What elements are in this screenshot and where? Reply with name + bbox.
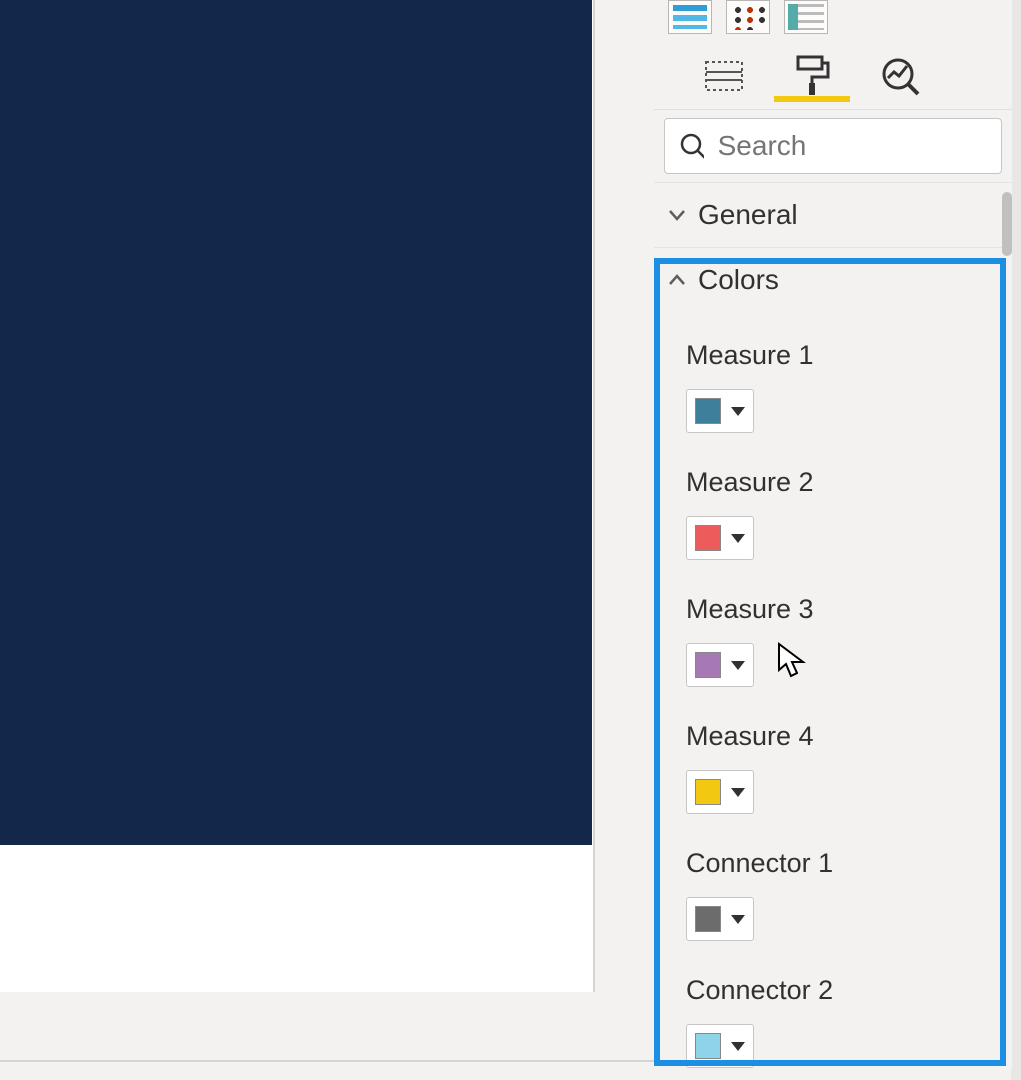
- color-field-measure-2: Measure 2: [686, 467, 1012, 560]
- swatch-connector-1: [695, 906, 721, 932]
- scrollbar-thumb[interactable]: [1002, 192, 1012, 256]
- active-tab-indicator: [774, 96, 850, 102]
- swatch-measure-3: [695, 652, 721, 678]
- viz-type-table-icon[interactable]: [668, 0, 712, 34]
- visualizations-pane: General Colors Measure 1 Measure 2: [654, 0, 1012, 1070]
- section-colors-header[interactable]: Colors: [654, 248, 1012, 312]
- color-picker-connector-1[interactable]: [686, 897, 754, 941]
- color-label-measure-3: Measure 3: [686, 594, 1012, 625]
- caret-down-icon: [731, 407, 745, 416]
- caret-down-icon: [731, 788, 745, 797]
- bottom-divider: [0, 1060, 656, 1062]
- section-general-label: General: [698, 199, 798, 231]
- search-box[interactable]: [664, 118, 1002, 174]
- color-picker-measure-2[interactable]: [686, 516, 754, 560]
- format-tab-strip: [654, 42, 1012, 110]
- search-container: [654, 110, 1012, 182]
- chevron-down-icon: [668, 206, 686, 224]
- report-canvas-area: [0, 0, 595, 992]
- color-field-measure-4: Measure 4: [686, 721, 1012, 814]
- color-label-measure-4: Measure 4: [686, 721, 1012, 752]
- color-label-connector-2: Connector 2: [686, 975, 1012, 1006]
- fields-icon: [704, 60, 744, 92]
- color-picker-measure-4[interactable]: [686, 770, 754, 814]
- color-label-measure-2: Measure 2: [686, 467, 1012, 498]
- color-field-measure-1: Measure 1: [686, 340, 1012, 433]
- pane-edge: [1011, 0, 1021, 1080]
- swatch-measure-2: [695, 525, 721, 551]
- colors-body: Measure 1 Measure 2 Measure 3: [654, 312, 1012, 1068]
- color-field-measure-3: Measure 3: [686, 594, 1012, 687]
- color-label-measure-1: Measure 1: [686, 340, 1012, 371]
- color-picker-connector-2[interactable]: [686, 1024, 754, 1068]
- paint-roller-icon: [794, 55, 830, 97]
- caret-down-icon: [731, 534, 745, 543]
- swatch-measure-4: [695, 779, 721, 805]
- section-general: General: [654, 182, 1012, 247]
- search-input[interactable]: [716, 129, 987, 163]
- color-label-connector-1: Connector 1: [686, 848, 1012, 879]
- section-colors: Colors Measure 1 Measure 2 Measure 3: [654, 247, 1012, 1068]
- caret-down-icon: [731, 1042, 745, 1051]
- section-general-header[interactable]: General: [654, 183, 1012, 247]
- caret-down-icon: [731, 661, 745, 670]
- color-picker-measure-1[interactable]: [686, 389, 754, 433]
- section-colors-label: Colors: [698, 264, 779, 296]
- visual-canvas[interactable]: [0, 0, 592, 845]
- search-icon: [679, 132, 704, 160]
- tab-fields[interactable]: [700, 52, 748, 100]
- caret-down-icon: [731, 915, 745, 924]
- viz-type-matrix-icon[interactable]: [726, 0, 770, 34]
- color-picker-measure-3[interactable]: [686, 643, 754, 687]
- swatch-connector-2: [695, 1033, 721, 1059]
- viz-type-card-icon[interactable]: [784, 0, 828, 34]
- analytics-icon: [880, 56, 920, 96]
- swatch-measure-1: [695, 398, 721, 424]
- tab-analytics[interactable]: [876, 52, 924, 100]
- color-field-connector-2: Connector 2: [686, 975, 1012, 1068]
- chevron-up-icon: [668, 271, 686, 289]
- tab-format[interactable]: [788, 52, 836, 100]
- visualization-gallery: [654, 0, 1012, 42]
- color-field-connector-1: Connector 1: [686, 848, 1012, 941]
